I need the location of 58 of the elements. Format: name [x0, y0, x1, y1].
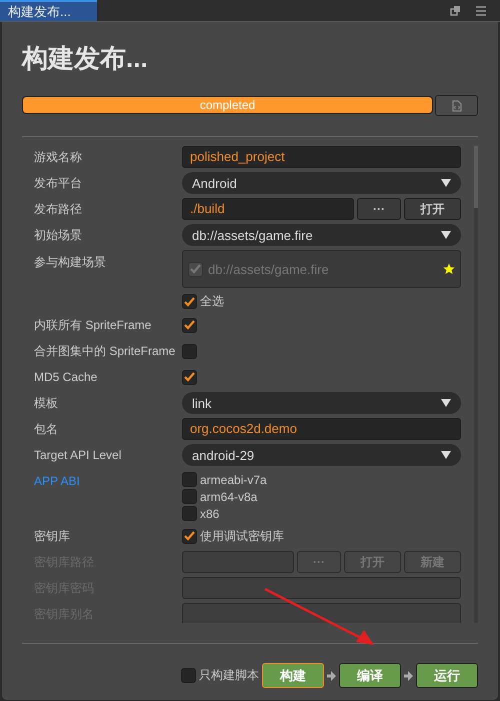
arrow-icon [404, 670, 413, 680]
window-icon[interactable] [450, 4, 462, 16]
input-field[interactable]: org.cocos2d.demo [182, 418, 461, 440]
input-field[interactable]: polished_project [182, 146, 461, 168]
checkbox-label: armeabi-v7a [200, 472, 267, 486]
checkbox-label: 全选 [200, 293, 224, 310]
field-button[interactable]: 打开 [404, 198, 461, 220]
caret-icon [441, 451, 451, 459]
field-button[interactable]: ··· [357, 198, 401, 220]
dropdown[interactable]: Android [182, 172, 461, 194]
log-button[interactable] [435, 95, 478, 116]
checkbox-label: arm64-v8a [200, 490, 258, 504]
action-button[interactable]: 运行 [416, 663, 478, 688]
checkbox[interactable] [182, 528, 197, 544]
caret-icon [441, 399, 451, 407]
input-field[interactable] [182, 551, 294, 573]
scene-name: db://assets/game.fire [208, 262, 330, 276]
field-label: 发布平台 [34, 174, 83, 192]
field-label: 参与构建场景 [34, 254, 107, 271]
field-label: 合并图集中的 SpriteFrame [34, 342, 176, 360]
checkbox[interactable] [182, 489, 197, 504]
caret-icon [441, 179, 451, 187]
panel-title: 构建发布... [22, 42, 149, 74]
field-label: 发布路径 [34, 200, 83, 218]
input-field[interactable] [182, 577, 461, 599]
checkbox[interactable] [182, 318, 197, 332]
menu-icon[interactable] [475, 4, 487, 16]
field-label: 密钥库 [34, 528, 71, 544]
document-icon [452, 100, 462, 112]
star-icon [443, 263, 455, 275]
field-label: 初始场景 [34, 226, 83, 244]
field-label: 模板 [34, 394, 59, 412]
progress-label: completed [198, 97, 256, 113]
checkbox[interactable] [188, 262, 203, 276]
dropdown[interactable]: db://assets/game.fire [182, 224, 461, 246]
checkbox[interactable] [182, 472, 197, 487]
checkbox-label: x86 [200, 506, 220, 520]
panel-tab[interactable]: 构建发布... [0, 0, 97, 21]
field-label: 包名 [34, 420, 59, 438]
checkbox[interactable] [182, 506, 197, 521]
checkbox[interactable] [182, 294, 197, 309]
action-button[interactable]: 编译 [339, 663, 401, 688]
action-button[interactable]: 构建 [262, 663, 324, 688]
checkbox-label: 使用调试密钥库 [200, 528, 284, 544]
checkbox[interactable] [181, 668, 196, 683]
checkbox-label: 只构建脚本 [199, 667, 259, 684]
checkbox[interactable] [182, 344, 197, 358]
caret-icon [441, 231, 451, 239]
checkbox[interactable] [182, 370, 197, 384]
dropdown[interactable]: android-29 [182, 444, 461, 466]
dropdown[interactable]: link [182, 392, 461, 414]
field-label: 内联所有 SpriteFrame [34, 316, 152, 334]
input-field[interactable] [182, 603, 461, 623]
field-label: Target API Level [34, 448, 122, 462]
field-label: MD5 Cache [34, 370, 98, 384]
field-label: 游戏名称 [34, 148, 83, 166]
input-field[interactable]: ./build [182, 198, 354, 220]
arrow-icon [327, 670, 336, 680]
